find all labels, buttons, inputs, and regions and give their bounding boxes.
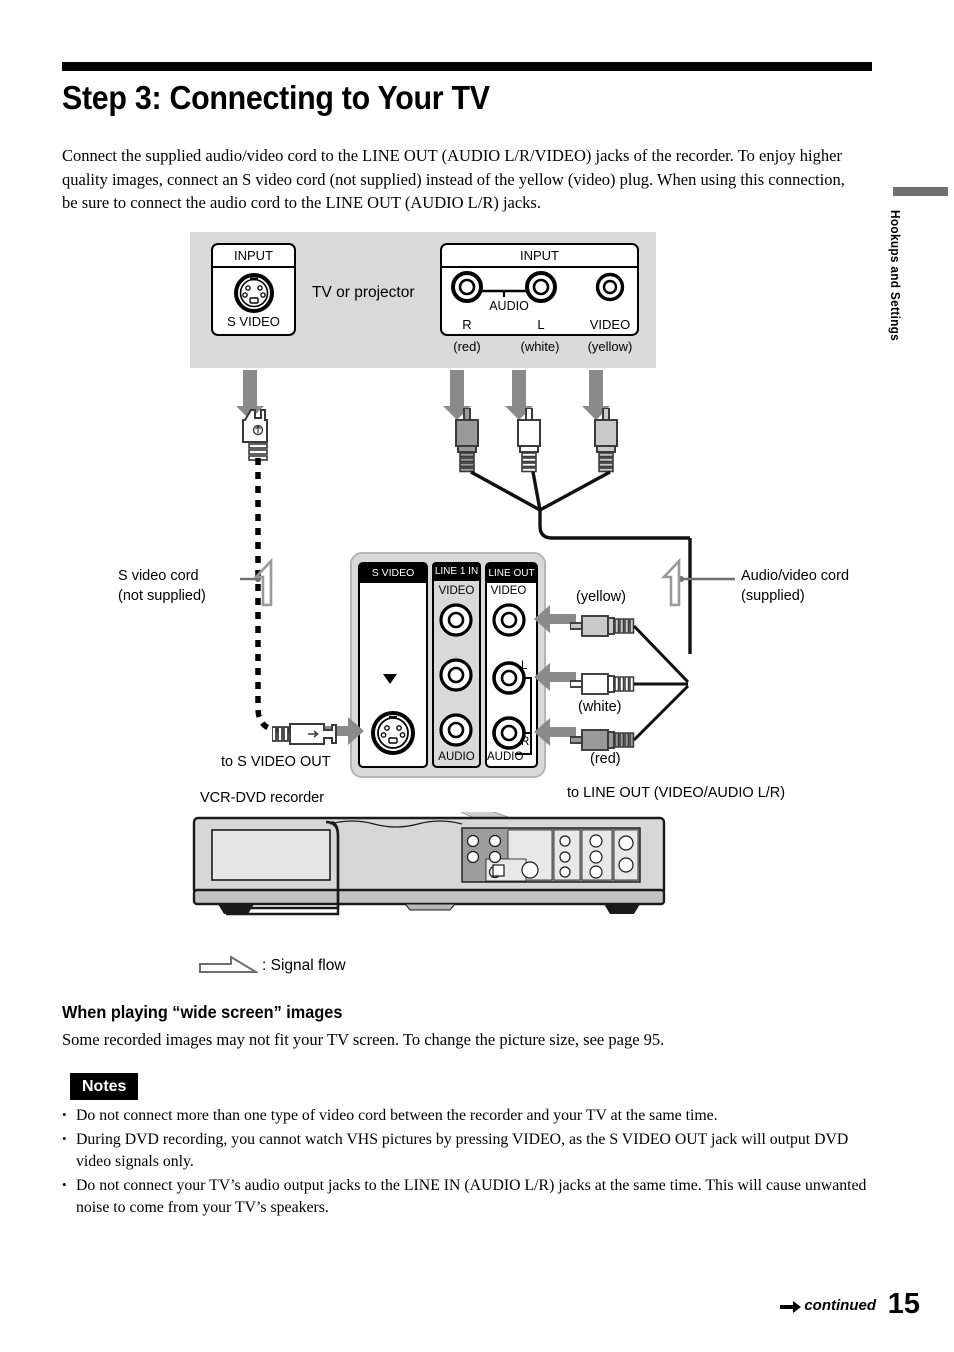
tv-device-label: TV or projector bbox=[312, 284, 415, 301]
note-item: Do not connect your TV’s audio output ja… bbox=[62, 1174, 867, 1220]
signal-flow-key-icon bbox=[199, 955, 258, 973]
plug-color-red-label: (red) bbox=[590, 751, 621, 767]
continued-arrow-icon bbox=[780, 1301, 801, 1313]
signal-flow-label: : Signal flow bbox=[262, 957, 346, 974]
continued-label: continued bbox=[804, 1297, 876, 1314]
intro-paragraph: Connect the supplied audio/video cord to… bbox=[62, 146, 845, 212]
note-item: Do not connect more than one type of vid… bbox=[62, 1104, 867, 1128]
recorder-device-label: VCR-DVD recorder bbox=[200, 790, 325, 806]
notes-list: Do not connect more than one type of vid… bbox=[62, 1104, 867, 1221]
tv-svideo-jack-icon bbox=[234, 273, 274, 313]
to-svideo-out-label: to S VIDEO OUT bbox=[221, 754, 331, 770]
to-line-out-label: to LINE OUT (VIDEO/AUDIO L/R) bbox=[567, 785, 786, 801]
tv-svideo-panel-header: INPUT bbox=[213, 245, 294, 268]
tv-av-jack-video: VIDEO bbox=[589, 317, 631, 332]
tv-av-jack-l: L bbox=[537, 317, 545, 332]
tv-svideo-jack-label: S VIDEO bbox=[227, 314, 280, 329]
manual-page: Step 3: Connecting to Your TV Connect th… bbox=[0, 0, 954, 1352]
side-tab-rule bbox=[893, 187, 948, 196]
note-item: During DVD recording, you cannot watch V… bbox=[62, 1128, 867, 1174]
notes-badge: Notes bbox=[70, 1073, 139, 1100]
wide-screen-body: Some recorded images may not fit your TV… bbox=[62, 1030, 665, 1049]
tv-av-color-red: (red) bbox=[453, 339, 481, 354]
side-tab-label: Hookups and Settings bbox=[888, 210, 902, 342]
title-rule bbox=[62, 62, 872, 71]
recorder-rear-view bbox=[192, 812, 666, 916]
svideo-cord-label: S video cord bbox=[118, 568, 199, 584]
wide-screen-heading: When playing “wide screen” images bbox=[62, 1002, 343, 1022]
plug-color-yellow-label: (yellow) bbox=[576, 589, 626, 605]
tv-av-jack-r: R bbox=[462, 317, 472, 332]
av-cord-label: Audio/video cord bbox=[741, 568, 850, 584]
av-cord-note: (supplied) bbox=[741, 588, 805, 604]
plug-color-white-label: (white) bbox=[578, 699, 622, 715]
tv-av-audio-label: AUDIO bbox=[489, 299, 529, 313]
svideo-cord-note: (not supplied) bbox=[118, 588, 206, 604]
tv-av-color-white: (white) bbox=[520, 339, 560, 354]
page-title: Step 3: Connecting to Your TV bbox=[62, 79, 490, 116]
tv-av-color-yellow: (yellow) bbox=[587, 339, 633, 354]
page-number: 15 bbox=[887, 1288, 920, 1320]
